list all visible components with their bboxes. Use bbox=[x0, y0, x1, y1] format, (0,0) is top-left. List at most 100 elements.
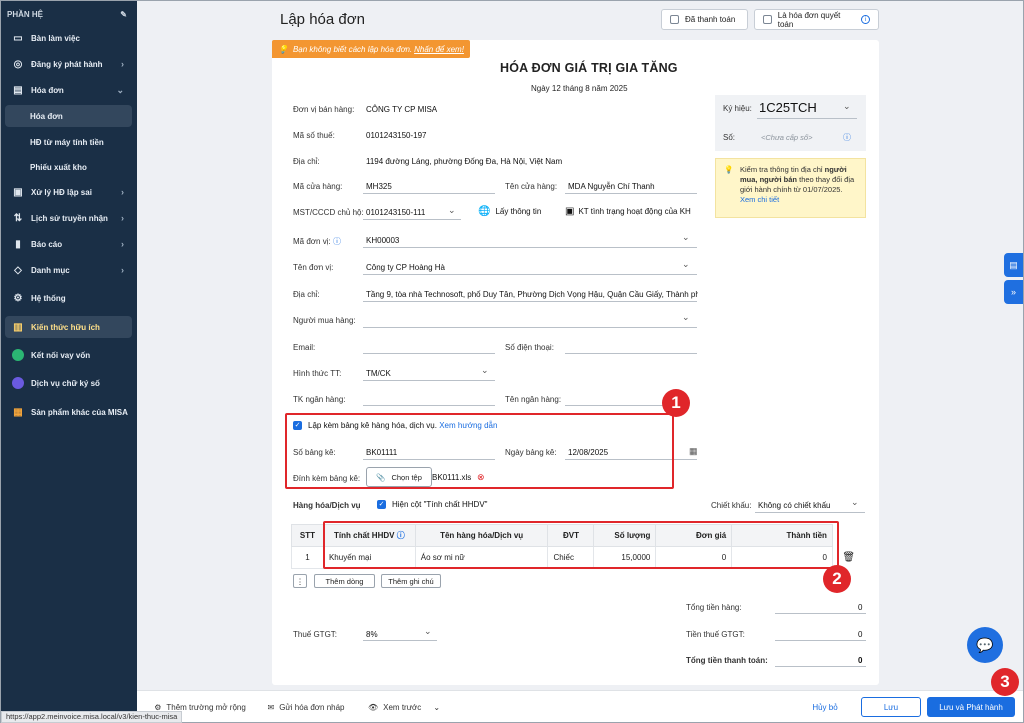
show-column-checkbox[interactable]: ✓ Hiện cột "Tính chất HHDV" bbox=[377, 500, 488, 509]
underline bbox=[363, 640, 437, 641]
annotation-box-1 bbox=[285, 413, 674, 489]
chevron-down-icon[interactable]: ⌄ bbox=[843, 101, 851, 112]
chevron-down-icon: ⌄ bbox=[433, 702, 441, 712]
store-name-input[interactable]: MDA Nguyễn Chí Thanh bbox=[568, 182, 655, 191]
bar-chart-icon: ▮ bbox=[15, 238, 21, 250]
chevron-down-icon[interactable]: ⌄ bbox=[851, 497, 859, 508]
underline bbox=[363, 219, 461, 220]
save-button[interactable]: Lưu bbox=[861, 697, 921, 717]
send-draft-button[interactable]: ✉ Gửi hóa đơn nháp bbox=[264, 697, 348, 717]
symbol-select[interactable]: 1C25TCH bbox=[759, 100, 817, 115]
chevron-down-icon[interactable]: ⌄ bbox=[682, 232, 690, 243]
underline bbox=[363, 274, 697, 275]
sidebar-item-history[interactable]: ⇅ Lịch sử truyền nhận › bbox=[5, 207, 132, 229]
buyer-address-input[interactable]: Tầng 9, tòa nhà Technosoft, phố Duy Tân,… bbox=[366, 290, 698, 299]
vat-rate-select[interactable]: 8% bbox=[366, 630, 378, 639]
paid-checkbox[interactable]: Đã thanh toán bbox=[661, 9, 748, 30]
note-link[interactable]: Xem chi tiết bbox=[740, 195, 779, 204]
phone-label: Số điện thoại: bbox=[505, 343, 554, 352]
hint-banner[interactable]: 💡 Bạn không biết cách lập hóa đơn. Nhấn để… bbox=[272, 40, 470, 58]
total-goods-label: Tổng tiền hàng: bbox=[686, 603, 742, 612]
bank-name-label: Tên ngân hàng: bbox=[505, 395, 562, 404]
sidebar-item-label: Danh mục bbox=[31, 265, 70, 275]
sidebar-item-products[interactable]: ▦ Sản phẩm khác của MISA bbox=[5, 401, 132, 423]
sidebar-subitem-warehouse[interactable]: Phiếu xuất kho bbox=[5, 156, 132, 178]
final-invoice-checkbox[interactable]: Là hóa đơn quyết toán i bbox=[754, 9, 879, 30]
sidebar-subitem-invoice[interactable]: Hóa đơn bbox=[5, 105, 132, 127]
check-status-button[interactable]: ▣ KT tình trạng hoạt động của KH bbox=[565, 206, 691, 217]
goods-label: Hàng hóa/Dịch vụ bbox=[293, 501, 361, 510]
save-issue-button[interactable]: Lưu và Phát hành bbox=[927, 697, 1015, 717]
lightbulb-icon: 💡 bbox=[278, 44, 288, 54]
add-row-button[interactable]: Thêm dòng bbox=[314, 574, 375, 588]
sidebar-item-report[interactable]: ▮ Báo cáo › bbox=[5, 233, 132, 255]
sidebar-item-catalog[interactable]: ◇ Danh mục › bbox=[5, 259, 132, 281]
discount-label: Chiết khấu: bbox=[711, 501, 752, 510]
chevron-down-icon[interactable]: ⌄ bbox=[424, 626, 432, 637]
chevron-down-icon[interactable]: ⌄ bbox=[481, 365, 489, 376]
more-options-icon[interactable]: ⋮ bbox=[293, 574, 307, 588]
cancel-button[interactable]: Hủy bỏ bbox=[803, 697, 847, 717]
phone-input[interactable] bbox=[565, 353, 697, 354]
underline bbox=[363, 380, 495, 381]
sidebar-item-desk[interactable]: ▭ Bàn làm việc bbox=[5, 27, 132, 49]
unit-name-label: Tên đơn vị: bbox=[293, 263, 334, 272]
payment-select[interactable]: TM/CK bbox=[366, 369, 391, 378]
chevron-down-icon[interactable]: ⌄ bbox=[448, 205, 456, 216]
store-code-input[interactable]: MH325 bbox=[366, 182, 392, 191]
info-icon[interactable]: ⓘ bbox=[843, 132, 851, 143]
mst-label: MST/CCCD chủ hộ: bbox=[293, 208, 364, 217]
buyer-input[interactable] bbox=[363, 327, 697, 328]
mail-icon: ✉ bbox=[267, 702, 275, 712]
chat-icon[interactable]: 💬 bbox=[967, 627, 1003, 663]
bank-account-input[interactable] bbox=[363, 405, 495, 406]
sidebar-subitem-pos[interactable]: HĐ từ máy tính tiền bbox=[5, 131, 132, 153]
bank-name-input[interactable] bbox=[565, 405, 665, 406]
chevron-down-icon[interactable]: ⌄ bbox=[682, 312, 690, 323]
number-placeholder: <Chưa cấp số> bbox=[761, 133, 813, 142]
show-column-label: Hiện cột "Tính chất HHDV" bbox=[392, 500, 488, 509]
sidebar-item-label: Sản phẩm khác của MISA bbox=[31, 407, 128, 417]
underline bbox=[775, 613, 866, 614]
chevron-down-icon[interactable]: ⌄ bbox=[682, 259, 690, 270]
seller-label: Đơn vị bán hàng: bbox=[293, 105, 355, 114]
seller-address-label: Địa chỉ: bbox=[293, 157, 320, 166]
seller-address-value: 1194 đường Láng, phường Đống Đa, Hà Nội,… bbox=[366, 157, 563, 166]
discount-select[interactable]: Không có chiết khấu bbox=[758, 501, 831, 510]
sidebar-item-fix[interactable]: ▣ Xử lý HĐ lập sai › bbox=[5, 181, 132, 203]
vat-rate-label: Thuế GTGT: bbox=[293, 630, 338, 639]
unit-name-input[interactable]: Công ty CP Hoàng Hà bbox=[366, 263, 445, 272]
email-label: Email: bbox=[293, 343, 316, 352]
cube-icon: ◇ bbox=[14, 264, 22, 276]
taxcode-label: Mã số thuế: bbox=[293, 131, 335, 140]
bank-account-label: TK ngân hàng: bbox=[293, 395, 346, 404]
transfer-icon: ⇅ bbox=[13, 212, 23, 224]
hint-link[interactable]: Nhấn để xem! bbox=[414, 45, 464, 54]
lookup-button[interactable]: 🌐 Lấy thông tin bbox=[478, 206, 541, 217]
chevron-right-icon: › bbox=[121, 187, 124, 197]
calendar-icon[interactable]: ▦ bbox=[689, 446, 698, 457]
preview-button[interactable]: 👁 Xem trước ⌄ bbox=[364, 697, 444, 717]
side-panel-icon[interactable]: ▤ bbox=[1004, 253, 1023, 277]
unit-code-input[interactable]: KH00003 bbox=[366, 236, 399, 245]
email-input[interactable] bbox=[363, 353, 495, 354]
sidebar-item-invoice[interactable]: ▤ Hóa đơn ⌄ bbox=[5, 79, 132, 101]
sidebar-item-signature[interactable]: Dịch vụ chữ ký số bbox=[5, 372, 132, 394]
sidebar-item-label: Kết nối vay vốn bbox=[31, 350, 91, 360]
sidebar-item-label: Đăng ký phát hành bbox=[31, 59, 103, 69]
sidebar-item-register[interactable]: ◎ Đăng ký phát hành › bbox=[5, 53, 132, 75]
unit-code-label-text: Mã đơn vị: bbox=[293, 237, 331, 246]
checkbox-checked: ✓ bbox=[377, 500, 386, 509]
sidebar-item-system[interactable]: ⚙ Hệ thống bbox=[5, 287, 132, 309]
mst-input[interactable]: 0101243150-111 bbox=[366, 208, 425, 217]
buyer-label: Người mua hàng: bbox=[293, 316, 356, 325]
sidebar-item-loan[interactable]: Kết nối vay vốn bbox=[5, 344, 132, 366]
unit-code-label: Mã đơn vị: ⓘ bbox=[293, 236, 341, 247]
sidebar-item-knowledge[interactable]: ▥ Kiến thức hữu ích bbox=[5, 316, 132, 338]
info-icon[interactable]: i bbox=[861, 15, 870, 24]
edit-icon[interactable]: ✎ bbox=[120, 10, 127, 19]
expand-icon[interactable]: » bbox=[1004, 280, 1023, 304]
underline bbox=[363, 193, 495, 194]
annotation-badge-1: 1 bbox=[662, 389, 690, 417]
add-note-button[interactable]: Thêm ghi chú bbox=[381, 574, 441, 588]
